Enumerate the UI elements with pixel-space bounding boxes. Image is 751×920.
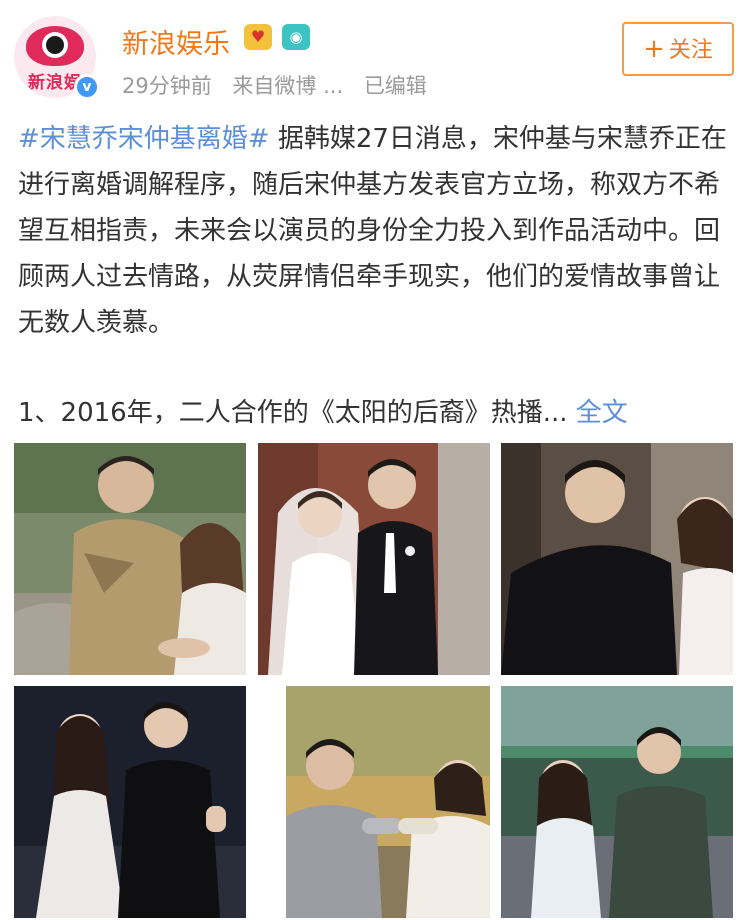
- plus-icon: +: [643, 34, 665, 64]
- photo-2[interactable]: [258, 443, 490, 675]
- edited-label[interactable]: 已编辑: [364, 74, 427, 98]
- follow-button[interactable]: + 关注: [622, 22, 734, 76]
- photo-4[interactable]: [14, 686, 246, 918]
- username[interactable]: 新浪娱乐: [122, 22, 230, 61]
- excerpt-text: 1、2016年，二人合作的《太阳的后裔》热播...: [18, 398, 568, 428]
- post-text: #宋慧乔宋仲基离婚# 据韩媒27日消息，宋仲基与宋慧乔正在进行离婚调解程序，随后…: [18, 116, 736, 346]
- post-excerpt: 1、2016年，二人合作的《太阳的后裔》热播... 全文: [18, 390, 736, 436]
- post-body: 据韩媒27日消息，宋仲基与宋慧乔正在进行离婚调解程序，随后宋仲基方发表官方立场，…: [18, 124, 727, 338]
- photo-1[interactable]: [14, 443, 246, 675]
- post-source[interactable]: 来自微博 ...: [232, 74, 343, 98]
- verified-icon: v: [74, 74, 100, 100]
- post-time: 29分钟前: [122, 74, 212, 98]
- heart-badge-icon[interactable]: ♥: [244, 24, 272, 50]
- sina-eye-logo-icon: [26, 26, 84, 66]
- post-header: 新浪娱 v 新浪娱乐 ♥ ◉ 29分钟前 来自微博 ... 已编辑 + 关注: [0, 0, 751, 110]
- hashtag-link[interactable]: #宋慧乔宋仲基离婚#: [18, 124, 270, 154]
- photo-5[interactable]: [286, 686, 490, 918]
- photo-3[interactable]: [501, 443, 733, 675]
- photo-6[interactable]: [501, 686, 733, 918]
- camera-badge-icon[interactable]: ◉: [282, 24, 310, 50]
- follow-label: 关注: [668, 38, 713, 63]
- full-text-link[interactable]: 全文: [576, 398, 628, 428]
- post-meta: 29分钟前 来自微博 ... 已编辑: [122, 70, 441, 100]
